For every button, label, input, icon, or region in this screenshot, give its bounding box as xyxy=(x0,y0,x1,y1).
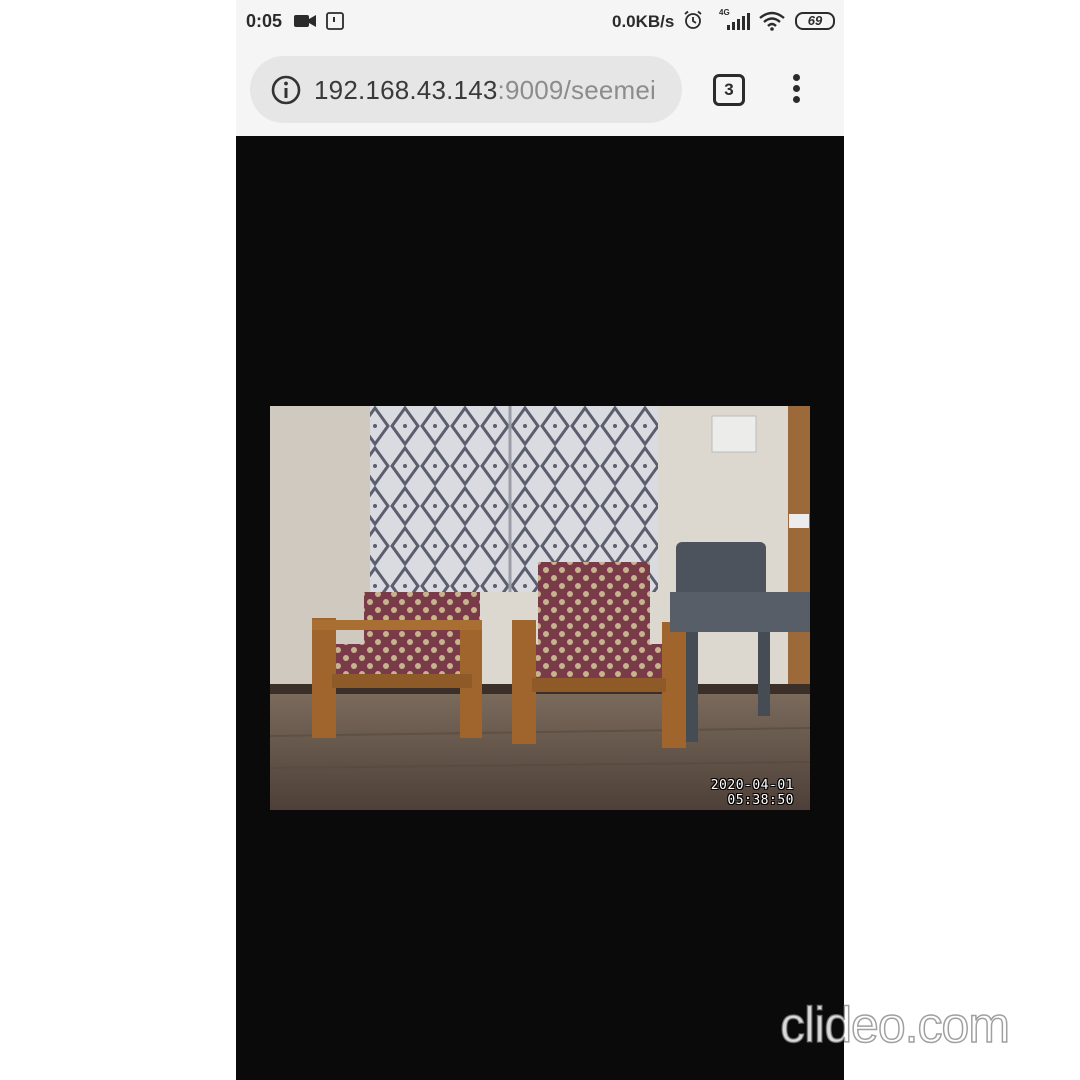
camera-timestamp: 2020-04-01 05:38:50 xyxy=(711,778,794,808)
info-icon[interactable] xyxy=(270,74,302,106)
watermark-logo: clideo.com xyxy=(779,996,1011,1054)
status-bar: 0:05 0.0KB/s 4G 69 xyxy=(236,0,844,44)
camera-time: 05:38:50 xyxy=(727,793,794,808)
url-path: :9009/seemei xyxy=(497,75,657,105)
page-content: 2020-04-01 05:38:50 xyxy=(236,136,844,1080)
signal-icon xyxy=(727,13,750,30)
tabs-icon[interactable]: 3 xyxy=(713,74,745,106)
video-camera-icon xyxy=(294,15,316,27)
camera-stream-image: 2020-04-01 05:38:50 xyxy=(270,406,810,810)
status-time: 0:05 xyxy=(246,11,283,31)
browser-toolbar: 192.168.43.143:9009/seemei 3 xyxy=(236,44,844,136)
alarm-icon xyxy=(684,10,702,29)
url-host: 192.168.43.143 xyxy=(314,75,498,105)
sim-card-icon xyxy=(326,12,344,30)
overflow-menu-icon[interactable] xyxy=(786,72,806,108)
url-text[interactable]: 192.168.43.143:9009/seemei xyxy=(314,75,666,106)
camera-date: 2020-04-01 xyxy=(710,778,794,793)
battery-icon: 69 xyxy=(795,12,835,30)
network-speed: 0.0KB/s xyxy=(612,12,675,31)
wifi-icon xyxy=(759,11,785,31)
address-bar[interactable]: 192.168.43.143:9009/seemei xyxy=(250,56,682,123)
phone-screen: 0:05 0.0KB/s 4G 69 192.168.43.143:9009/s… xyxy=(236,0,844,1080)
